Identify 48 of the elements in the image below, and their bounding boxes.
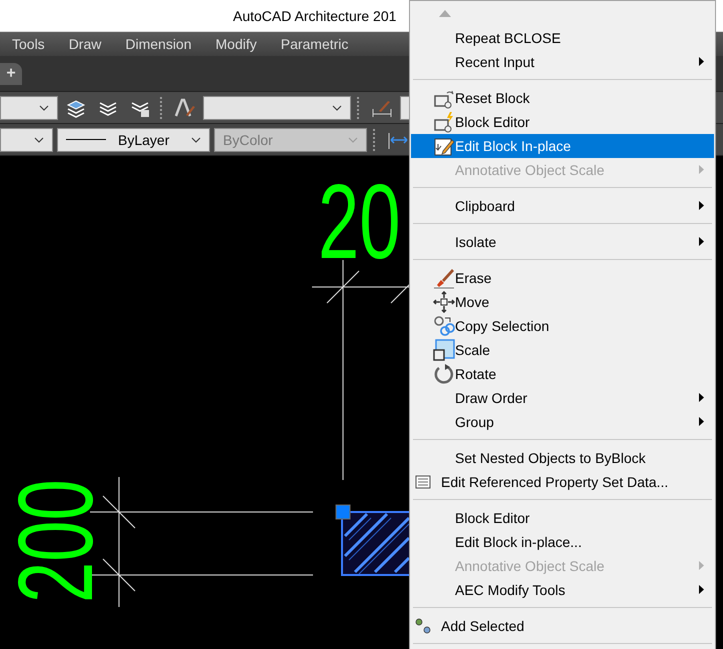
menu-item[interactable]: Reset Block (411, 86, 714, 110)
menu-item[interactable]: Draw (68, 36, 102, 52)
dropdown-field[interactable] (0, 128, 53, 152)
menu-item[interactable]: Modify (216, 36, 257, 52)
menu-item[interactable]: Tools (12, 36, 45, 52)
menu-item[interactable]: Dimension (125, 36, 192, 52)
chevron-icon (191, 136, 201, 142)
menu-item[interactable]: Add Selected (411, 614, 714, 638)
grip-handle[interactable] (336, 504, 350, 520)
chevron-icon (34, 136, 44, 142)
chevron-icon (348, 136, 358, 142)
menu-item[interactable]: Group (411, 410, 714, 434)
new-tab-button[interactable]: + (0, 62, 22, 84)
menu-item[interactable]: Isolate (411, 230, 714, 254)
menu-item[interactable]: Block Editor (411, 506, 714, 530)
menu-item[interactable]: Parametric (280, 36, 348, 52)
menu-item[interactable]: Copy Selection (411, 314, 714, 338)
window-title: AutoCAD Architecture 201 (233, 8, 396, 24)
menu-item[interactable]: Set Nested Objects to ByBlock (411, 446, 714, 470)
menu-item[interactable]: Draw Order (411, 386, 714, 410)
menu-item[interactable]: Edit Block in-place... (411, 530, 714, 554)
dropdown-field[interactable] (203, 96, 351, 120)
menu-item[interactable]: Block Editor (411, 110, 714, 134)
rotate-icon (433, 363, 455, 385)
chevron-icon (332, 104, 342, 110)
menu-item[interactable]: AEC Modify Tools (411, 578, 714, 602)
dimension-text: 20 (318, 163, 401, 282)
menu-item[interactable]: Clipboard (411, 194, 714, 218)
brush-icon (433, 267, 455, 289)
linetype-dropdown[interactable]: ByLayer (57, 128, 210, 152)
copy-icon (433, 315, 455, 337)
menu-item[interactable]: Erase (411, 266, 714, 290)
menu-item[interactable]: Move (411, 290, 714, 314)
scale-icon (433, 339, 455, 361)
list-icon (415, 474, 431, 490)
dimension-text: 200 (0, 479, 116, 603)
text-brush-icon[interactable] (174, 96, 196, 118)
block-lightning-icon (433, 111, 455, 133)
dropdown-field[interactable] (0, 96, 58, 120)
chevron-icon (39, 104, 49, 110)
menu-item[interactable]: Scale (411, 338, 714, 362)
menu-item[interactable]: Repeat BCLOSE (411, 26, 714, 50)
dots-icon (415, 618, 431, 634)
menu-item[interactable]: Recent Input (411, 50, 714, 74)
move-icon (433, 291, 455, 313)
menu-item[interactable]: Rotate (411, 362, 714, 386)
menu-item[interactable]: Edit Block In-place (411, 134, 714, 158)
menu-item[interactable]: Edit Referenced Property Set Data... (411, 470, 714, 494)
